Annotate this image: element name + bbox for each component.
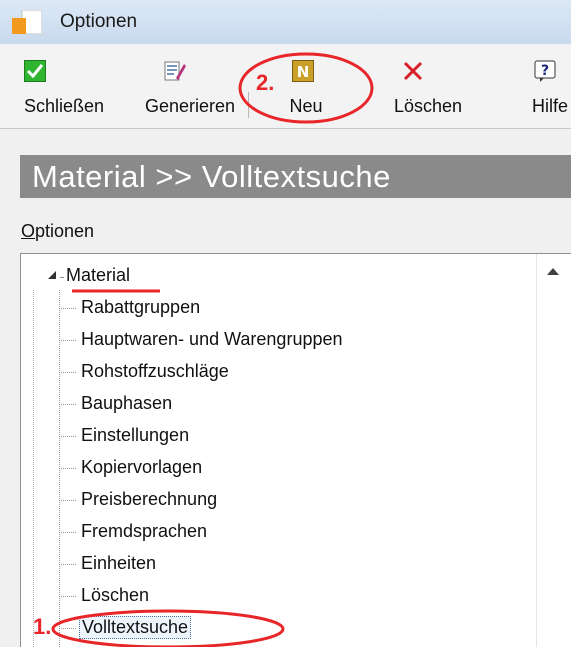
tree-connector [59, 436, 77, 437]
collapse-triangle-icon[interactable] [47, 270, 57, 280]
tree-item-label: Hauptwaren- und Warengruppen [81, 329, 343, 349]
delete-button[interactable]: Löschen [378, 44, 478, 126]
tree-item[interactable]: Rohstoffzuschläge [59, 359, 519, 389]
tree-connector [59, 500, 77, 501]
annotation-step-2: 2. [256, 70, 275, 95]
help-icon: ? [534, 60, 556, 82]
window-title: Optionen [60, 11, 138, 32]
tree-item-label: Volltextsuche [79, 616, 192, 639]
tree-item[interactable]: Hauptwaren- und Warengruppen [59, 327, 519, 357]
new-icon: N [292, 60, 314, 82]
options-window: Optionen Schließen Generieren N Neu Lösc… [0, 0, 571, 647]
tree-item[interactable]: Kopiervorlagen [59, 455, 519, 485]
tree-item[interactable]: Einheiten [59, 551, 519, 581]
tree-item[interactable]: Bauphasen [59, 391, 519, 421]
tree-item[interactable]: Rabattgruppen [59, 295, 519, 325]
tree-item[interactable]: Preisberechnung [59, 487, 519, 517]
generate-icon [164, 61, 186, 81]
app-icon [12, 10, 42, 34]
tree-item[interactable]: Volltextsuche [59, 615, 519, 645]
delete-button-label: Löschen [393, 96, 463, 116]
svg-text:?: ? [541, 63, 549, 79]
options-label-rest: ptionen [35, 221, 95, 241]
tree-connector [59, 628, 77, 629]
tree-connector [59, 404, 77, 405]
tree-item-label: Fremdsprachen [81, 521, 208, 541]
tree-item-label: Einstellungen [81, 425, 190, 445]
tree-scrollbar[interactable] [536, 254, 571, 647]
new-button[interactable]: N Neu [278, 44, 334, 126]
help-button-label: Hilfe [532, 96, 569, 116]
tree-item-label: Preisberechnung [81, 489, 218, 509]
tree-connector [59, 340, 77, 341]
tree-connector [59, 468, 77, 469]
generate-button-label: Generieren [144, 96, 236, 116]
tree-connector [59, 372, 77, 373]
options-tree[interactable]: Material Rabattgruppen Hauptwaren- und Wa… [20, 253, 571, 647]
generate-button[interactable]: Generieren [134, 44, 246, 126]
delete-x-icon [403, 61, 423, 81]
new-button-label: Neu [289, 96, 323, 116]
tree-dot [60, 277, 64, 278]
tree-item[interactable]: Löschen [59, 583, 519, 613]
toolbar-separator [248, 92, 249, 118]
tree-connector [59, 564, 77, 565]
close-button-label: Schließen [23, 96, 105, 116]
tree-item-label: Einheiten [81, 553, 157, 573]
tree-item-label: Rohstoffzuschläge [81, 361, 229, 381]
tree-item-label: Kopiervorlagen [81, 457, 203, 477]
annotation-step-1: 1. [33, 614, 52, 639]
tree-item-label: Löschen [81, 585, 150, 605]
section-title: Material >> Volltextsuche [32, 159, 391, 194]
help-button[interactable]: ? Hilfe [520, 44, 571, 126]
section-header: Material >> Volltextsuche [20, 155, 571, 198]
tree-connector [59, 532, 77, 533]
tree-item[interactable]: Einstellungen [59, 423, 519, 453]
svg-text:N: N [297, 63, 310, 81]
close-button[interactable]: Schließen [0, 44, 128, 126]
tree-connector [59, 596, 77, 597]
title-bar: Optionen [0, 0, 571, 45]
check-icon [24, 60, 46, 82]
options-label: Optionen [21, 221, 94, 242]
tree-guide-line [33, 290, 34, 647]
tree-item-label: Rabattgruppen [81, 297, 201, 317]
scroll-up-arrow-icon[interactable] [547, 268, 559, 275]
tree-connector [59, 308, 77, 309]
tree-node-label: Material [66, 265, 131, 285]
toolbar: Schließen Generieren N Neu Löschen ? Hil… [0, 44, 571, 129]
options-label-accelerator: O [21, 221, 36, 241]
tree-item[interactable]: Fremdsprachen [59, 519, 519, 549]
tree-item-label: Bauphasen [81, 393, 173, 413]
